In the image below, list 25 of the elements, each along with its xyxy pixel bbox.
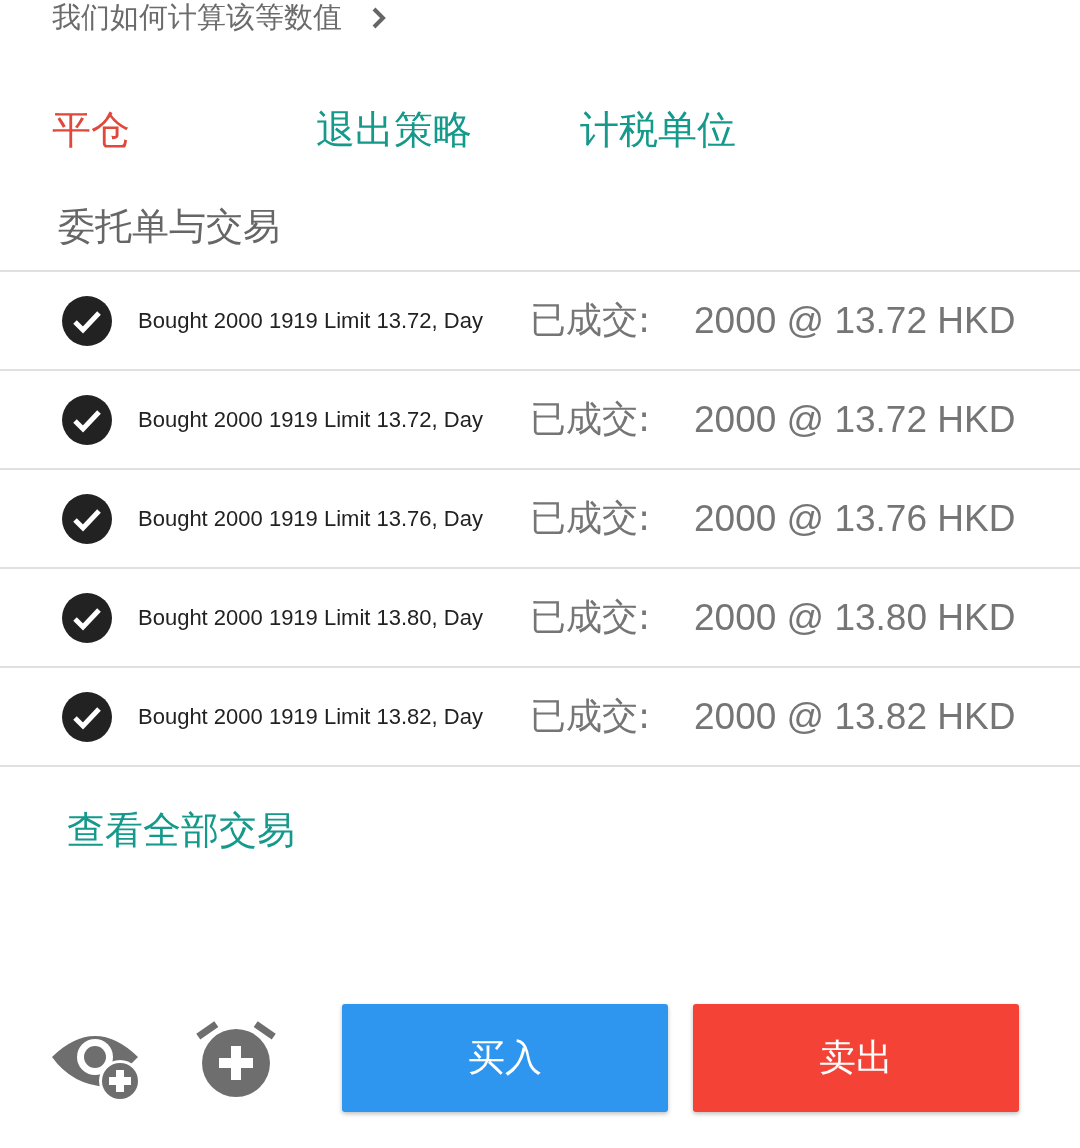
order-description: Bought 2000 1919 Limit 13.72, Day: [138, 406, 484, 433]
order-status: 已成交:: [530, 595, 652, 639]
order-description: Bought 2000 1919 Limit 13.72, Day: [138, 307, 484, 334]
fill-price: 2000 @ 13.76 HKD: [694, 497, 1016, 540]
view-all-trades-link[interactable]: 查看全部交易: [67, 805, 1080, 855]
calculation-info-link[interactable]: 我们如何计算该等数值: [52, 0, 1080, 36]
order-status: 已成交:: [530, 298, 652, 342]
order-status: 已成交:: [530, 496, 652, 540]
order-status: 已成交:: [530, 397, 652, 441]
alarm-plus-icon[interactable]: [194, 1019, 278, 1097]
order-description: Bought 2000 1919 Limit 13.80, Day: [138, 604, 484, 631]
fill-price: 2000 @ 13.72 HKD: [694, 398, 1016, 441]
action-link[interactable]: 计税单位: [580, 103, 844, 157]
order-description: Bought 2000 1919 Limit 13.82, Day: [138, 703, 484, 730]
buy-button[interactable]: 买入: [342, 1004, 668, 1112]
fill-price: 2000 @ 13.72 HKD: [694, 299, 1016, 342]
order-description: Bought 2000 1919 Limit 13.76, Day: [138, 505, 484, 532]
chevron-right-icon: [372, 7, 386, 29]
fill-price: 2000 @ 13.82 HKD: [694, 695, 1016, 738]
action-link[interactable]: 退出策略: [316, 103, 580, 157]
sell-button[interactable]: 卖出: [693, 1004, 1019, 1112]
section-title: 委托单与交易: [58, 204, 281, 250]
action-link[interactable]: 平仓: [52, 103, 316, 157]
order-status: 已成交:: [530, 694, 652, 738]
fill-price: 2000 @ 13.80 HKD: [694, 596, 1016, 639]
